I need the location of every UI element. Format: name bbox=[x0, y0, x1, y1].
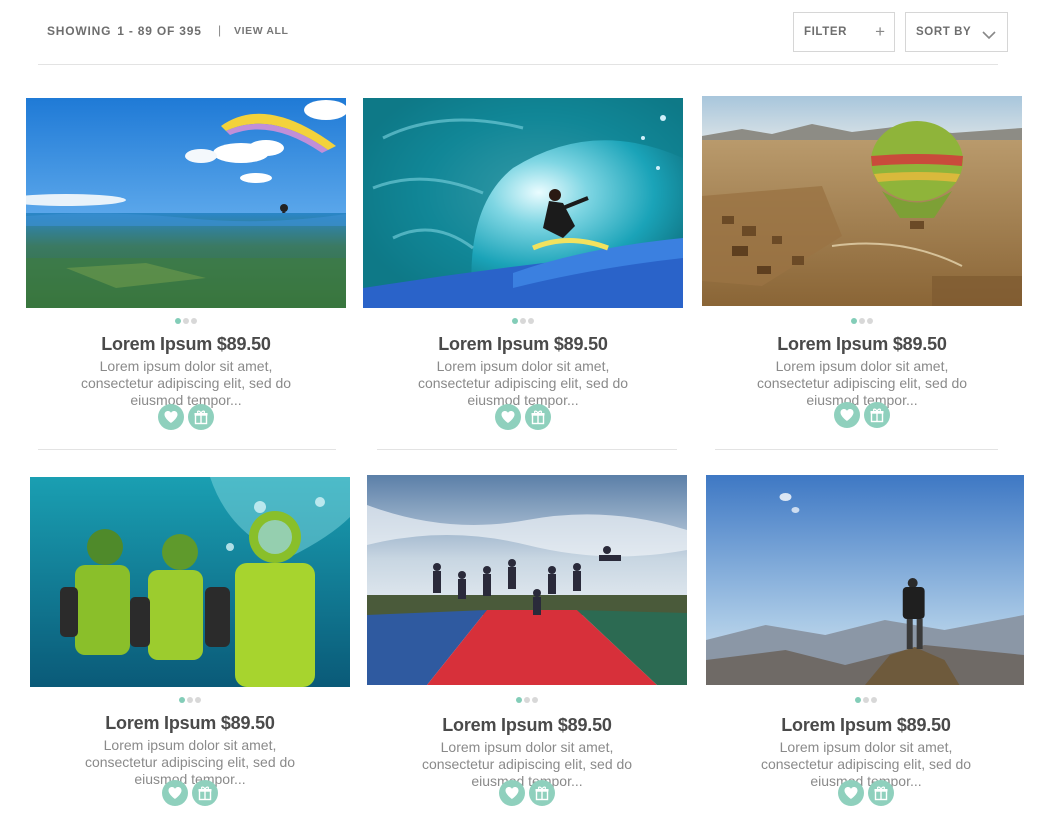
showing-label: SHOWING bbox=[47, 24, 112, 38]
results-count: SHOWING 1 - 89 OF 395 bbox=[47, 24, 202, 38]
wishlist-button[interactable] bbox=[499, 780, 525, 806]
product-title[interactable]: Lorem Ipsum $89.50 bbox=[363, 334, 683, 355]
carousel-dot[interactable] bbox=[195, 697, 201, 703]
carousel-dot[interactable] bbox=[520, 318, 526, 324]
filter-button[interactable]: FILTER + bbox=[793, 12, 895, 52]
image-carousel-dots bbox=[26, 318, 346, 326]
sort-label: SORT BY bbox=[916, 26, 972, 38]
product-image[interactable] bbox=[30, 477, 350, 687]
view-all-link[interactable]: VIEW ALL bbox=[234, 25, 289, 37]
heart-icon bbox=[168, 787, 182, 799]
heart-icon bbox=[501, 411, 515, 423]
heart-icon bbox=[164, 411, 178, 423]
product-card: Lorem Ipsum $89.50 Lorem ipsum dolor sit… bbox=[367, 475, 687, 817]
gift-button[interactable] bbox=[529, 780, 555, 806]
carousel-dot[interactable] bbox=[859, 318, 865, 324]
chevron-down-icon bbox=[982, 27, 996, 40]
heart-icon bbox=[840, 409, 854, 421]
product-description: Lorem ipsum dolor sit amet, consectetur … bbox=[80, 358, 292, 408]
carousel-dot[interactable] bbox=[851, 318, 857, 324]
product-card: Lorem Ipsum $89.50 Lorem ipsum dolor sit… bbox=[702, 96, 1022, 438]
product-image[interactable] bbox=[706, 475, 1024, 685]
product-card: Lorem Ipsum $89.50 Lorem ipsum dolor sit… bbox=[30, 477, 350, 817]
carousel-dot[interactable] bbox=[516, 697, 522, 703]
product-card: Lorem Ipsum $89.50 Lorem ipsum dolor sit… bbox=[363, 98, 683, 438]
product-actions bbox=[26, 404, 346, 430]
gift-button[interactable] bbox=[864, 402, 890, 428]
product-title[interactable]: Lorem Ipsum $89.50 bbox=[706, 715, 1026, 736]
card-divider bbox=[38, 449, 336, 450]
product-actions bbox=[702, 402, 1022, 428]
gift-button[interactable] bbox=[868, 780, 894, 806]
product-actions bbox=[363, 404, 683, 430]
product-actions bbox=[367, 780, 687, 806]
product-card: Lorem Ipsum $89.50 Lorem ipsum dolor sit… bbox=[26, 98, 346, 438]
product-description: Lorem ipsum dolor sit amet, consectetur … bbox=[417, 358, 629, 408]
toolbar-divider bbox=[38, 64, 998, 65]
wishlist-button[interactable] bbox=[838, 780, 864, 806]
gift-icon bbox=[194, 410, 208, 425]
gift-icon bbox=[535, 786, 549, 801]
product-actions bbox=[30, 780, 350, 806]
product-actions bbox=[706, 780, 1026, 806]
product-image[interactable] bbox=[702, 96, 1022, 306]
product-image[interactable] bbox=[26, 98, 346, 308]
carousel-dot[interactable] bbox=[179, 697, 185, 703]
carousel-dot[interactable] bbox=[867, 318, 873, 324]
product-title[interactable]: Lorem Ipsum $89.50 bbox=[367, 715, 687, 736]
gift-button[interactable] bbox=[188, 404, 214, 430]
gift-button[interactable] bbox=[192, 780, 218, 806]
results-toolbar: SHOWING 1 - 89 OF 395 | VIEW ALL FILTER +… bbox=[0, 0, 1061, 64]
carousel-dot[interactable] bbox=[863, 697, 869, 703]
card-divider bbox=[715, 449, 998, 450]
plus-icon: + bbox=[875, 22, 885, 41]
toolbar-separator: | bbox=[218, 23, 222, 37]
carousel-dot[interactable] bbox=[191, 318, 197, 324]
wishlist-button[interactable] bbox=[162, 780, 188, 806]
product-image[interactable] bbox=[363, 98, 683, 308]
card-divider bbox=[377, 449, 677, 450]
heart-icon bbox=[844, 787, 858, 799]
carousel-dot[interactable] bbox=[855, 697, 861, 703]
heart-icon bbox=[505, 787, 519, 799]
carousel-dot[interactable] bbox=[532, 697, 538, 703]
wishlist-button[interactable] bbox=[158, 404, 184, 430]
gift-icon bbox=[870, 408, 884, 423]
gift-icon bbox=[874, 786, 888, 801]
carousel-dot[interactable] bbox=[175, 318, 181, 324]
product-image[interactable] bbox=[367, 475, 687, 685]
image-carousel-dots bbox=[706, 697, 1026, 705]
carousel-dot[interactable] bbox=[187, 697, 193, 703]
product-title[interactable]: Lorem Ipsum $89.50 bbox=[26, 334, 346, 355]
carousel-dot[interactable] bbox=[524, 697, 530, 703]
gift-icon bbox=[198, 786, 212, 801]
carousel-dot[interactable] bbox=[183, 318, 189, 324]
product-card: Lorem Ipsum $89.50 Lorem ipsum dolor sit… bbox=[706, 475, 1026, 817]
product-title[interactable]: Lorem Ipsum $89.50 bbox=[702, 334, 1022, 355]
results-range: 1 - 89 OF 395 bbox=[117, 24, 202, 38]
wishlist-button[interactable] bbox=[834, 402, 860, 428]
carousel-dot[interactable] bbox=[512, 318, 518, 324]
image-carousel-dots bbox=[367, 697, 687, 705]
product-title[interactable]: Lorem Ipsum $89.50 bbox=[30, 713, 350, 734]
image-carousel-dots bbox=[702, 318, 1022, 326]
sort-by-dropdown[interactable]: SORT BY bbox=[905, 12, 1008, 52]
image-carousel-dots bbox=[30, 697, 350, 705]
gift-button[interactable] bbox=[525, 404, 551, 430]
wishlist-button[interactable] bbox=[495, 404, 521, 430]
image-carousel-dots bbox=[363, 318, 683, 326]
filter-label: FILTER bbox=[804, 26, 847, 38]
carousel-dot[interactable] bbox=[871, 697, 877, 703]
carousel-dot[interactable] bbox=[528, 318, 534, 324]
gift-icon bbox=[531, 410, 545, 425]
